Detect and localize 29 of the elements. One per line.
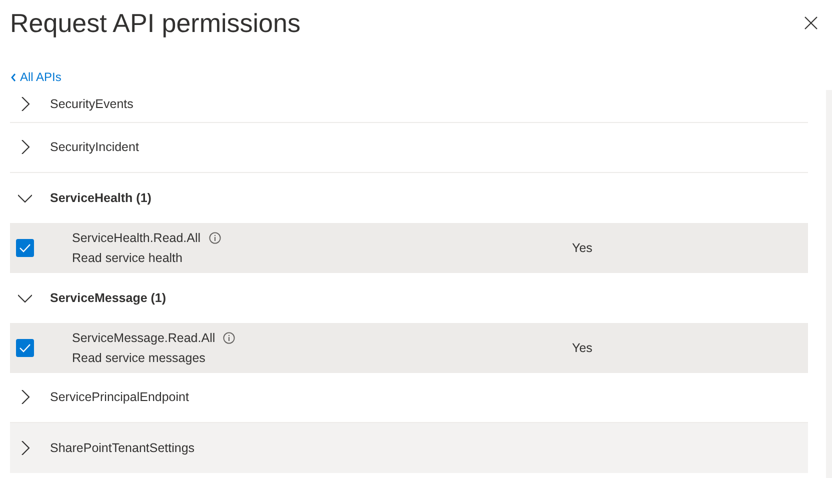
admin-consent-value: Yes: [572, 340, 592, 354]
api-group-name: SharePointTenantSettings: [50, 440, 195, 454]
admin-consent-value: Yes: [572, 240, 592, 254]
api-group-name: SecurityEvents: [50, 97, 134, 111]
api-group-row[interactable]: SecurityEvents: [10, 86, 808, 122]
permission-name: ServiceMessage.Read.All: [72, 330, 216, 344]
api-group-row[interactable]: SecurityIncident: [10, 122, 808, 172]
api-group-name: ServiceMessage (1): [50, 290, 166, 304]
checkbox[interactable]: [16, 238, 34, 256]
checkmark-icon: [19, 242, 31, 252]
permission-row[interactable]: ServiceHealth.Read.All Read service health Yes: [10, 222, 808, 272]
api-group-name: ServiceHealth (1): [50, 190, 152, 204]
permission-name: ServiceHealth.Read.All: [72, 230, 201, 244]
permission-description: Read service health: [72, 250, 184, 264]
checkmark-icon: [19, 342, 31, 352]
checkbox[interactable]: [16, 338, 34, 356]
api-group-row[interactable]: SharePointTenantSettings: [10, 422, 808, 472]
chevron-left-icon: [10, 72, 17, 82]
api-group-row[interactable]: ServiceMessage (1): [10, 272, 808, 322]
api-group-name: SecurityIncident: [50, 140, 139, 154]
info-icon[interactable]: [208, 232, 221, 244]
info-icon[interactable]: [223, 332, 236, 344]
close-icon[interactable]: [804, 16, 818, 30]
panel-title: Request API permissions: [10, 8, 300, 38]
back-link[interactable]: All APIs: [10, 70, 62, 84]
api-group-name: ServicePrincipalEndpoint: [50, 390, 189, 404]
permission-row[interactable]: ServiceMessage.Read.All Read service messages Yes: [10, 322, 808, 372]
permission-description: Read service messages: [72, 350, 206, 364]
api-group-row[interactable]: ServiceHealth (1): [10, 172, 808, 222]
